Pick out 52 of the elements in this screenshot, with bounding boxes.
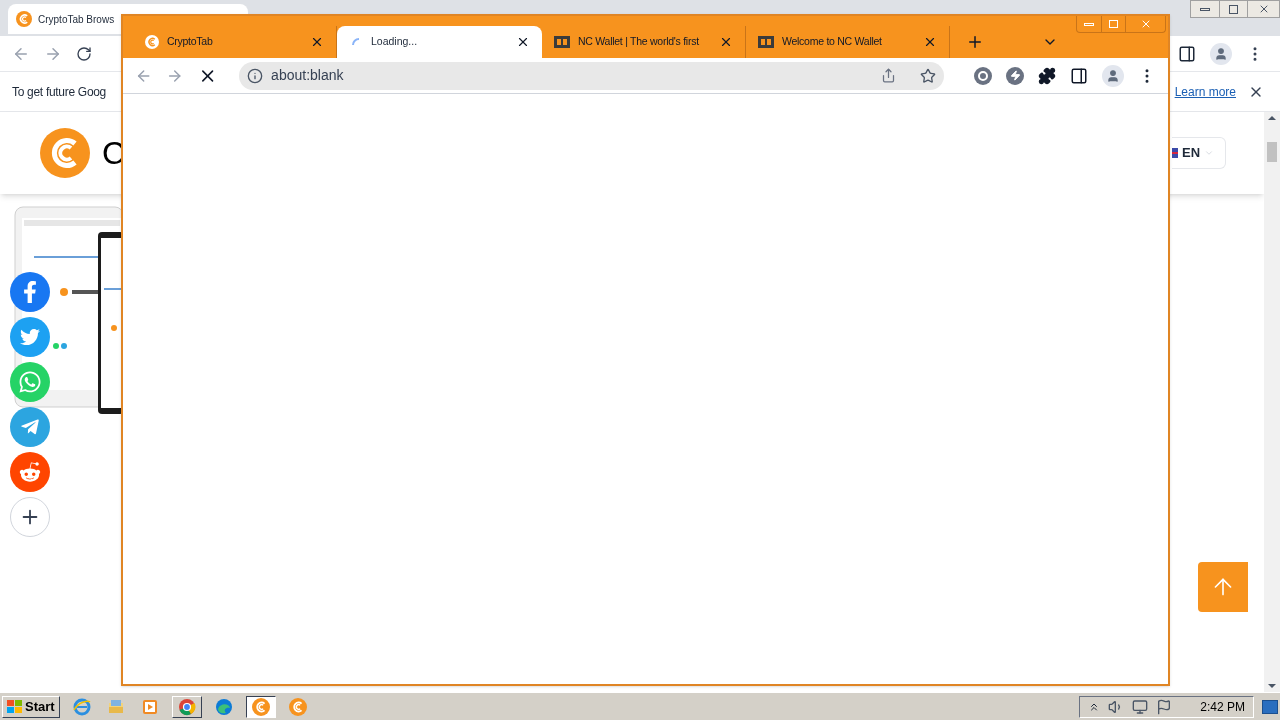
start-button[interactable]: Start: [2, 695, 60, 718]
browser-tab[interactable]: Loading...: [337, 26, 542, 58]
coin-logo-icon: [288, 697, 307, 716]
browser-tab[interactable]: Welcome to NC Wallet: [746, 26, 950, 58]
learn-more-link[interactable]: Learn more: [1174, 82, 1236, 101]
close-tab-icon[interactable]: [923, 35, 937, 49]
extension-coin-icon[interactable]: [974, 66, 992, 85]
reload-icon[interactable]: [76, 45, 92, 62]
windows-flag-icon: [7, 699, 23, 714]
flag-icon: [1172, 148, 1178, 158]
address-bar[interactable]: about:blank: [239, 61, 944, 90]
close-tab-icon[interactable]: [719, 35, 733, 49]
clock[interactable]: 2:42 PM: [1200, 697, 1245, 716]
wave-logo-icon: [214, 697, 233, 716]
alien-logo-icon: [19, 461, 41, 483]
extensions-icon[interactable]: [1038, 66, 1056, 85]
side-panel-icon[interactable]: [1070, 66, 1088, 85]
language-select[interactable]: EN: [1172, 137, 1226, 169]
bird-logo-icon: [20, 327, 40, 347]
scrollbar[interactable]: [1264, 112, 1280, 692]
close-tab-icon[interactable]: [310, 35, 324, 49]
profile-avatar[interactable]: [1210, 42, 1232, 65]
close-tab-icon[interactable]: [516, 35, 530, 49]
coin-logo-icon: [251, 697, 270, 716]
loading-spinner-icon: [352, 38, 360, 46]
new-tab-icon[interactable]: [966, 33, 984, 51]
coin-logo-icon: [145, 35, 159, 49]
media-player-icon: [140, 697, 159, 716]
site-logo-icon: [40, 128, 90, 178]
chat-phone-logo-icon: [18, 370, 42, 394]
share-icon[interactable]: [881, 68, 896, 83]
browser-tab[interactable]: NC Wallet | The world's first: [542, 26, 746, 58]
network-icon[interactable]: [1132, 698, 1149, 715]
paper-plane-icon: [20, 417, 40, 437]
bookmark-star-icon[interactable]: [920, 67, 936, 84]
info-icon[interactable]: [247, 67, 264, 84]
extension-bolt-icon[interactable]: [1006, 66, 1024, 85]
coin-logo-icon: [16, 11, 32, 27]
folder-icon: [106, 697, 125, 716]
chrome-logo-icon: [177, 697, 196, 716]
side-panel-icon[interactable]: [1178, 44, 1196, 63]
share-button[interactable]: [10, 452, 50, 492]
profile-avatar[interactable]: [1102, 64, 1124, 87]
share-button[interactable]: [10, 497, 50, 537]
show-desktop-icon[interactable]: [1262, 699, 1278, 714]
flag-icon[interactable]: [1156, 698, 1173, 715]
wallet-logo-icon: [758, 36, 774, 48]
browser-e-icon: [72, 697, 91, 716]
infobar-message: To get future Goog: [12, 83, 106, 101]
wallet-logo-icon: [554, 36, 570, 48]
taskbar-app-button[interactable]: [245, 695, 276, 718]
caret-icon: [1204, 148, 1215, 158]
